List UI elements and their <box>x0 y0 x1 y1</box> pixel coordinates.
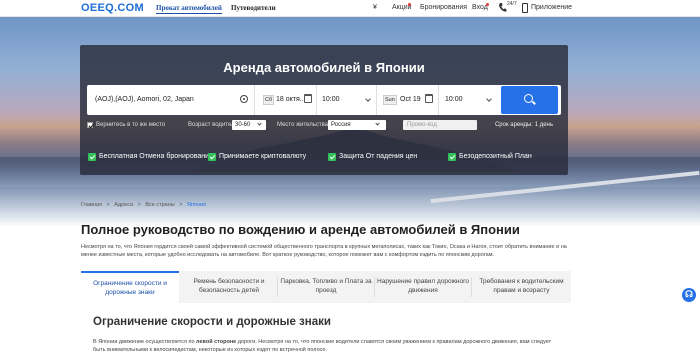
chevron-down-icon <box>365 96 371 102</box>
feature-item: Безодепозитный План <box>448 153 532 161</box>
pickup-location-value: (AOJ),(AOJ), Aomori, 02, Japan <box>95 96 194 103</box>
breadcrumb-all-countries[interactable]: Все страны <box>145 202 174 208</box>
login-badge-dot <box>486 3 489 6</box>
driver-age-value: 30-60 <box>235 122 251 128</box>
section-text-start: В Японии движение осуществляется по <box>93 339 197 345</box>
nav-car-rental[interactable]: Прокат автомобилей <box>156 4 222 14</box>
residence-value: Россия <box>331 122 351 128</box>
feature-item: Бесплатная Отмена бронирования <box>88 153 213 161</box>
top-nav: OEEQ.COM Прокат автомобилей Путеводители… <box>0 0 700 17</box>
search-panel: Аренда автомобилей в Японии (AOJ),(AOJ),… <box>80 45 568 175</box>
breadcrumb-separator: > <box>106 202 110 208</box>
return-same-place-label: Вернитесь в то же место <box>96 122 166 128</box>
search-options: Вернитесь в то же место Возраст водителя… <box>87 120 561 132</box>
promo-code-input[interactable]: Промо-код <box>403 120 477 130</box>
residence-label: Место жительства: <box>277 122 330 128</box>
feature-item: Защита От падения цен <box>328 153 418 161</box>
guide-tabs: Ограничение скорости и дорожные знаки Ре… <box>81 271 571 303</box>
feature-item: Принимаете криптовалюту <box>208 153 307 161</box>
site-logo[interactable]: OEEQ.COM <box>81 2 144 14</box>
return-day-label: Sun <box>383 95 397 105</box>
section-text-bold: левой стороне <box>196 339 237 345</box>
return-time-value: 10:00 <box>445 96 463 103</box>
hero-banner: Аренда автомобилей в Японии (AOJ),(AOJ),… <box>0 17 700 227</box>
check-icon <box>448 153 456 161</box>
breadcrumb-addresses[interactable]: Адреса <box>114 202 133 208</box>
promos-badge-dot <box>408 3 411 6</box>
search-icon <box>524 94 533 103</box>
tab-seatbelt-safety[interactable]: Ремень безопасности и безопасность детей <box>181 271 277 303</box>
search-button[interactable] <box>501 86 558 114</box>
check-icon <box>208 153 216 161</box>
section-paragraph: В Японии движение осуществляется по лево… <box>93 338 563 354</box>
pickup-date-value: 18 октя... <box>276 96 306 103</box>
feature-label: Бесплатная Отмена бронирования <box>99 153 213 160</box>
pickup-location-input[interactable]: (AOJ),(AOJ), Aomori, 02, Japan <box>87 85 255 115</box>
feature-list: Бесплатная Отмена бронирования Принимает… <box>87 153 561 165</box>
pickup-time-value: 10:00 <box>322 96 340 103</box>
feature-label: Защита От падения цен <box>339 153 418 160</box>
support-chat-button[interactable]: ☊ <box>682 288 696 302</box>
section-title: Ограничение скорости и дорожные знаки <box>93 316 331 328</box>
breadcrumb: Главная > Адреса > Все страны > Япония <box>81 202 209 208</box>
support-247-label: 24/7 <box>507 1 517 7</box>
intro-paragraph: Несмотря на то, что Япония гордится свое… <box>81 244 567 258</box>
page-title: Полное руководство по вождению и аренде … <box>81 222 520 237</box>
tab-speed-limits[interactable]: Ограничение скорости и дорожные знаки <box>81 271 179 303</box>
driver-age-select[interactable]: 30-60 <box>232 120 266 130</box>
breadcrumb-separator: > <box>179 202 183 208</box>
breadcrumb-home[interactable]: Главная <box>81 202 102 208</box>
calendar-icon <box>304 94 312 103</box>
chevron-down-icon <box>257 121 262 126</box>
return-time-select[interactable]: 10:00 <box>440 85 498 115</box>
search-form: (AOJ),(AOJ), Aomori, 02, Japan Сб 18 окт… <box>87 85 561 115</box>
return-date-picker[interactable]: Sun Oct 19 <box>379 85 439 115</box>
pickup-date-picker[interactable]: Сб 18 октя... <box>257 85 317 115</box>
locate-me-icon[interactable] <box>240 95 248 103</box>
chevron-down-icon <box>375 121 380 126</box>
currency-selector[interactable]: ¥ <box>373 4 377 11</box>
tab-traffic-violations[interactable]: Нарушение правил дорожного движения <box>375 271 471 303</box>
min-rental-label: Срок аренды: 1 день <box>494 122 553 128</box>
breadcrumb-separator: > <box>137 202 141 208</box>
feature-label: Принимаете криптовалюту <box>219 153 307 160</box>
return-date-value: Oct 19 <box>400 96 421 103</box>
feature-label: Безодепозитный План <box>459 153 532 160</box>
check-icon <box>328 153 336 161</box>
mobile-app-icon[interactable] <box>522 3 528 13</box>
chevron-down-icon <box>486 96 492 102</box>
headset-icon: ☊ <box>685 289 693 299</box>
calendar-icon <box>425 94 433 103</box>
nav-bookings[interactable]: Бронирования <box>420 4 467 11</box>
residence-select[interactable]: Россия <box>328 120 386 130</box>
return-same-place-checkbox[interactable] <box>87 122 93 128</box>
tab-parking-fuel-tolls[interactable]: Парковка, Топливо и Плата за проезд <box>278 271 374 303</box>
pickup-day-label: Сб <box>263 95 275 105</box>
nav-guides[interactable]: Путеводители <box>231 4 276 12</box>
phone-icon[interactable] <box>498 2 507 13</box>
search-title: Аренда автомобилей в Японии <box>223 60 425 75</box>
nav-app[interactable]: Приложение <box>531 4 572 11</box>
pickup-time-select[interactable]: 10:00 <box>317 85 377 115</box>
tab-license-requirements[interactable]: Требования к водительским правам и возра… <box>472 271 571 303</box>
check-icon <box>88 153 96 161</box>
breadcrumb-current: Япония <box>186 202 207 208</box>
